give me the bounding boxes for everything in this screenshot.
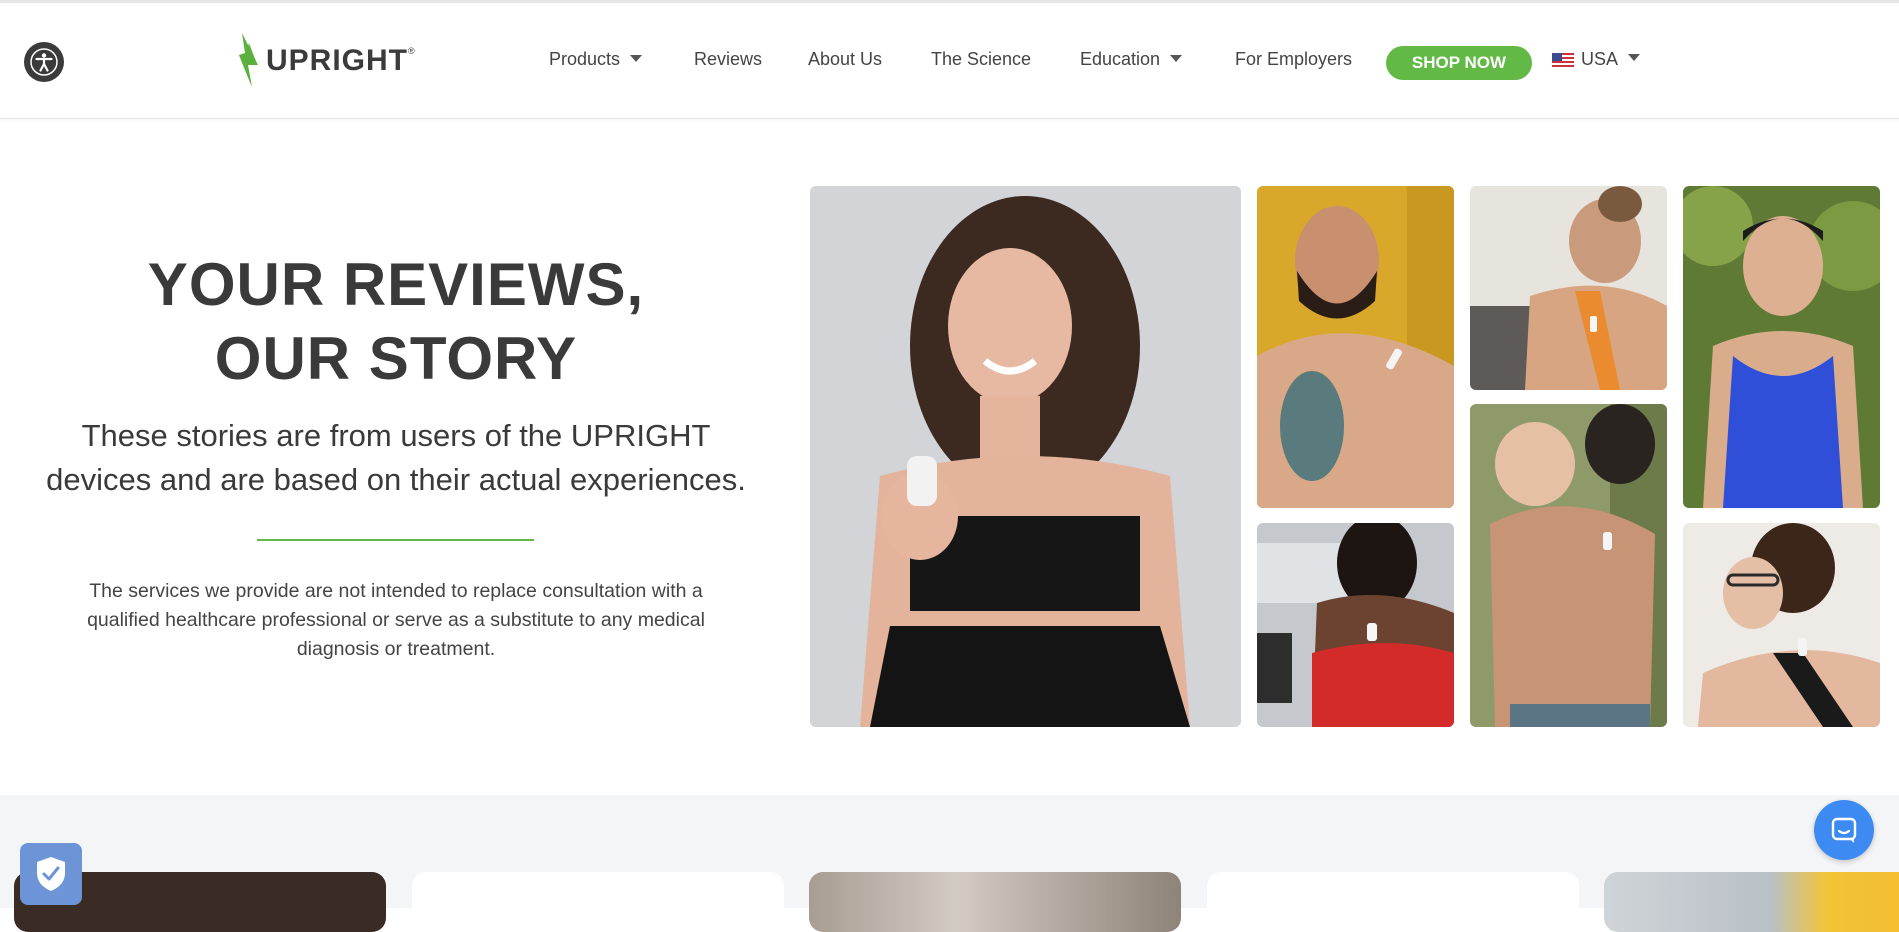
chat-launcher-button[interactable] — [1814, 800, 1874, 860]
disclaimer-line2: qualified healthcare professional or ser… — [87, 609, 705, 631]
medical-disclaimer: The services we provide are not intended… — [30, 577, 762, 664]
main-nav: Products Reviews About Us The Science Ed… — [0, 3, 1899, 118]
nav-reviews-label: Reviews — [694, 49, 763, 69]
photo-man-holding-baby — [1470, 404, 1667, 727]
hero-title-line2: OUR STORY — [214, 325, 578, 392]
disclaimer-line1: The services we provide are not intended… — [89, 580, 703, 602]
country-label: USA — [1581, 49, 1619, 69]
photo-bearded-man-tattoo — [1257, 186, 1454, 508]
hero-title: YOUR REVIEWS, OUR STORY — [0, 248, 792, 396]
nav-for-employers[interactable]: For Employers — [1235, 49, 1352, 70]
country-selector[interactable]: USA — [1552, 49, 1641, 70]
nav-the-science-label: The Science — [931, 49, 1032, 69]
hero-title-line1: YOUR REVIEWS, — [147, 251, 645, 318]
review-card[interactable] — [1604, 872, 1899, 932]
chevron-down-icon — [1628, 54, 1641, 61]
nav-products-label: Products — [549, 49, 621, 69]
photo-man-blue-tank — [1683, 186, 1880, 508]
review-card[interactable] — [809, 872, 1181, 932]
nav-about-us-label: About Us — [808, 49, 883, 69]
nav-education-label: Education — [1080, 49, 1161, 69]
photo-woman-glasses — [1683, 523, 1880, 727]
hero-subtitle-line2: devices and are based on their actual ex… — [46, 462, 746, 497]
chevron-down-icon — [630, 54, 643, 62]
review-card[interactable] — [412, 872, 784, 932]
chevron-down-icon — [1170, 54, 1183, 62]
review-card[interactable] — [1207, 872, 1579, 932]
privacy-settings-button[interactable] — [20, 843, 82, 905]
green-divider — [257, 539, 534, 541]
us-flag-icon — [1552, 52, 1574, 67]
site-header: UPRIGHT ® Products Reviews About Us The … — [0, 3, 1899, 119]
photo-woman-holding-device — [810, 186, 1241, 727]
nav-the-science[interactable]: The Science — [931, 49, 1031, 70]
nav-products[interactable]: Products — [549, 49, 643, 70]
nav-reviews[interactable]: Reviews — [694, 49, 762, 70]
chat-icon — [1831, 817, 1857, 843]
hero-subtitle: These stories are from users of the UPRI… — [10, 414, 782, 502]
nav-about-us[interactable]: About Us — [808, 49, 882, 70]
shop-now-button[interactable]: SHOP NOW — [1386, 46, 1532, 80]
nav-education[interactable]: Education — [1080, 49, 1183, 70]
hero-subtitle-line1: These stories are from users of the UPRI… — [81, 418, 711, 453]
disclaimer-line3: diagnosis or treatment. — [296, 638, 496, 660]
nav-for-employers-label: For Employers — [1235, 49, 1353, 69]
photo-woman-red-top — [1257, 523, 1454, 727]
photo-woman-orange-top — [1470, 186, 1667, 390]
shield-check-icon — [37, 857, 65, 891]
